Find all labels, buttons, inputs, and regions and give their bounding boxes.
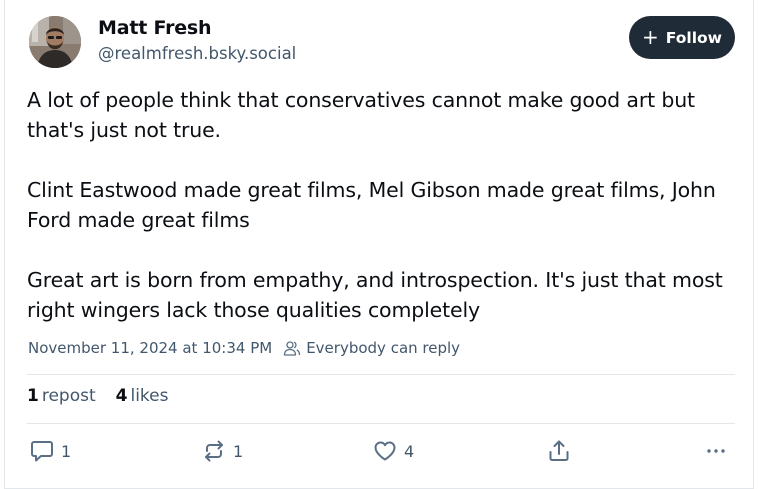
engagement-stats: 1 repost 4 likes (27, 386, 169, 406)
follow-button[interactable]: + Follow (629, 16, 735, 59)
heart-icon (374, 441, 396, 461)
post-paragraph: Great art is born from empathy, and intr… (27, 268, 723, 322)
like-button[interactable]: 4 (372, 438, 414, 464)
post-timestamp[interactable]: November 11, 2024 at 10:34 PM (28, 339, 272, 357)
action-bar: 1 1 4 (5, 438, 755, 470)
post-paragraph: Clint Eastwood made great films, Mel Gib… (27, 178, 716, 232)
reposts-label: repost (41, 386, 96, 406)
likes-label: likes (130, 386, 169, 406)
more-options-button[interactable] (703, 438, 729, 464)
plus-icon: + (642, 24, 659, 49)
reply-icon (31, 441, 53, 462)
share-icon (549, 440, 569, 461)
reply-count: 1 (61, 441, 72, 461)
post-meta: November 11, 2024 at 10:34 PM Everybody … (28, 339, 460, 357)
author-name[interactable]: Matt Fresh (98, 17, 212, 39)
avatar-photo (29, 16, 81, 68)
follow-button-label: Follow (665, 28, 722, 47)
repost-button[interactable]: 1 (201, 438, 243, 464)
repost-count: 1 (233, 441, 244, 461)
like-count: 4 (404, 441, 415, 461)
post-paragraph: A lot of people think that conservatives… (27, 88, 695, 142)
divider (27, 423, 735, 424)
share-button[interactable] (546, 438, 572, 464)
more-icon (707, 449, 725, 453)
people-icon (284, 341, 301, 356)
likes-stat[interactable]: 4 likes (116, 386, 169, 406)
reply-button[interactable]: 1 (29, 438, 71, 464)
reposts-stat[interactable]: 1 repost (27, 386, 96, 406)
post-text: A lot of people think that conservatives… (27, 85, 739, 325)
author-handle[interactable]: @realmfresh.bsky.social (98, 44, 296, 63)
reposts-count: 1 (27, 386, 39, 406)
likes-count: 4 (115, 386, 128, 406)
reply-setting: Everybody can reply (306, 339, 461, 357)
avatar[interactable] (29, 16, 81, 68)
divider (27, 374, 735, 375)
repost-icon (205, 440, 223, 462)
post-card: Matt Fresh @realmfresh.bsky.social + Fol… (4, 0, 754, 489)
